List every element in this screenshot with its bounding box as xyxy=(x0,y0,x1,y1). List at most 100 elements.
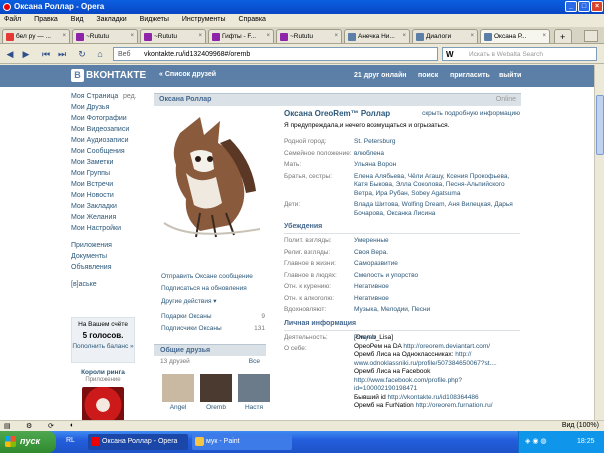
nav-news[interactable]: Мои Новости xyxy=(71,192,141,203)
logout-link[interactable]: выйти xyxy=(499,72,521,79)
nav-photos[interactable]: Мои Фотографии xyxy=(71,115,141,126)
edit-link[interactable]: ред. xyxy=(123,93,137,100)
tab-close-icon[interactable]: × xyxy=(130,33,134,39)
info-value[interactable]: Ульяна Ворон xyxy=(354,161,520,170)
tab-7[interactable]: Диалоги × xyxy=(412,29,478,43)
common-friends-title[interactable]: Общие друзья xyxy=(154,344,266,356)
refill-link[interactable]: Пополнить баланс » xyxy=(72,343,133,350)
vertical-scrollbar[interactable] xyxy=(594,65,604,420)
friend-avatar[interactable] xyxy=(200,374,232,402)
nav-documents[interactable]: Документы xyxy=(71,253,141,264)
tab-8-active[interactable]: Оксана Р... × xyxy=(480,29,550,43)
subscribe-link[interactable]: Подписаться на обновления xyxy=(161,285,265,297)
belief-value[interactable]: Музыка, Мелодии, Песни xyxy=(354,306,520,315)
friend-item[interactable]: Настя xyxy=(238,374,270,411)
language-indicator[interactable]: RL xyxy=(66,437,75,444)
nav-friends[interactable]: Мои Друзья xyxy=(71,104,141,115)
info-value[interactable]: St. Petersburg xyxy=(354,138,520,147)
nav-wishes[interactable]: Мои Желания xyxy=(71,214,141,225)
nav-apps[interactable]: Приложения xyxy=(71,242,141,253)
scroll-thumb[interactable] xyxy=(596,95,604,155)
menu-widgets[interactable]: Виджеты xyxy=(140,16,169,23)
nav-bookmarks[interactable]: Мои Закладки xyxy=(71,203,141,214)
gifts-link[interactable]: Подарки Оксаны xyxy=(161,313,212,320)
taskbar-item-paint[interactable]: мук - Paint xyxy=(192,434,292,450)
all-friends-link[interactable]: Все xyxy=(249,358,260,365)
toggle-info-link[interactable]: скрыть подробную информацию xyxy=(422,110,520,117)
zoom-level[interactable]: Вид (100%) xyxy=(562,422,599,429)
friends-online-link[interactable]: 21 друг онлайн xyxy=(354,72,407,79)
belief-value[interactable]: Умеренные xyxy=(354,237,520,246)
tab-close-icon[interactable]: × xyxy=(542,33,546,39)
search-engine-icon[interactable]: W xyxy=(446,50,454,59)
invite-link[interactable]: пригласить xyxy=(450,72,490,79)
search-field[interactable]: W Искать в Webalta Search xyxy=(442,47,597,61)
sync-icon[interactable]: ⟳ xyxy=(48,422,54,430)
menu-view[interactable]: Вид xyxy=(71,16,84,23)
tab-5[interactable]: ~Rututu × xyxy=(276,29,342,43)
reload-icon[interactable]: ↻ xyxy=(76,48,88,60)
belief-value[interactable]: Своя Вера. xyxy=(354,249,520,258)
forward-icon[interactable]: ▶ xyxy=(20,48,32,60)
tab-2[interactable]: ~Rututu × xyxy=(72,29,138,43)
new-tab-button[interactable]: + xyxy=(554,29,572,43)
belief-value[interactable]: Негативное xyxy=(354,295,520,304)
menu-file[interactable]: Файл xyxy=(4,16,21,23)
nav-notes[interactable]: Мои Заметки xyxy=(71,159,141,170)
tab-close-icon[interactable]: × xyxy=(470,33,474,39)
friend-avatar[interactable] xyxy=(238,374,270,402)
taskbar-item-opera[interactable]: Оксана Роллар - Opera xyxy=(88,434,188,450)
tab-close-icon[interactable]: × xyxy=(402,33,406,39)
tools-icon[interactable]: ⚙ xyxy=(26,422,32,430)
back-icon[interactable]: ◀ xyxy=(4,48,16,60)
clock[interactable]: 18:25 xyxy=(577,438,595,445)
about-line-link[interactable]: http://oreorem.furnation.ru/ xyxy=(416,402,493,409)
nav-vaske[interactable]: [в]аське xyxy=(71,281,141,292)
tab-close-icon[interactable]: × xyxy=(334,33,338,39)
home-icon[interactable]: ⌂ xyxy=(94,48,106,60)
nav-audio[interactable]: Мои Аудиозаписи xyxy=(71,137,141,148)
start-button[interactable]: пуск xyxy=(0,431,56,453)
tab-3[interactable]: ~Rututu × xyxy=(140,29,206,43)
tab-4[interactable]: Гифты - F... × xyxy=(208,29,274,43)
friend-name[interactable]: Настя xyxy=(245,404,263,411)
nav-my-page[interactable]: Моя Страница xyxy=(71,93,118,100)
other-actions-link[interactable]: Другие действия ▾ xyxy=(161,297,265,309)
nav-groups[interactable]: Мои Группы xyxy=(71,170,141,181)
nav-videos[interactable]: Мои Видеозаписи xyxy=(71,126,141,137)
belief-value[interactable]: Негативное xyxy=(354,283,520,292)
friend-name[interactable]: Angel xyxy=(170,404,187,411)
about-line-link[interactable]: http:// xyxy=(455,351,471,358)
vk-logo[interactable]: В ВКОНТАКТЕ xyxy=(71,69,146,82)
about-line-link[interactable]: http://www.facebook.com/profile.php? xyxy=(354,377,462,384)
search-link[interactable]: поиск xyxy=(418,72,438,79)
profile-avatar[interactable] xyxy=(160,113,264,241)
menu-help[interactable]: Справка xyxy=(238,16,265,23)
menu-bookmarks[interactable]: Закладки xyxy=(96,16,126,23)
rewind-icon[interactable]: ⏮ xyxy=(40,48,52,60)
close-button[interactable]: × xyxy=(591,1,603,12)
minimize-button[interactable]: _ xyxy=(565,1,577,12)
send-message-link[interactable]: Отправить Оксане сообщение xyxy=(161,273,265,285)
about-line-link[interactable]: http://oreorem.deviantart.com/ xyxy=(403,343,490,350)
activity-value[interactable]: Рисуем xyxy=(354,334,520,343)
menu-tools[interactable]: Инструменты xyxy=(182,16,226,23)
tab-close-icon[interactable]: × xyxy=(198,33,202,39)
info-value[interactable]: Елена Алябьева, Чёли Агашу, Ксения Проко… xyxy=(354,173,520,199)
maximize-button[interactable]: □ xyxy=(578,1,590,12)
friend-item[interactable]: Angel xyxy=(162,374,194,411)
nav-settings[interactable]: Мои Настройки xyxy=(71,225,141,236)
promo-image[interactable] xyxy=(82,387,124,420)
friend-name[interactable]: Oremb xyxy=(206,404,226,411)
tray-icons[interactable]: ◈ ◉ ◍ xyxy=(525,437,547,445)
nav-ads[interactable]: Объявления xyxy=(71,264,141,275)
panels-icon[interactable]: ▤ xyxy=(4,422,11,430)
belief-value[interactable]: Саморазвитие xyxy=(354,260,520,269)
promo-title[interactable]: Короли ринга xyxy=(71,369,135,376)
nav-events[interactable]: Мои Встречи xyxy=(71,181,141,192)
about-line-link[interactable]: http://vkontakte.ru/id108364486 xyxy=(388,394,479,401)
tab-close-icon[interactable]: × xyxy=(62,33,66,39)
app-promo[interactable]: Короли ринга Приложение xyxy=(71,369,135,420)
friend-avatar[interactable] xyxy=(162,374,194,402)
subscribers-link[interactable]: Подписчики Оксаны xyxy=(161,325,222,332)
